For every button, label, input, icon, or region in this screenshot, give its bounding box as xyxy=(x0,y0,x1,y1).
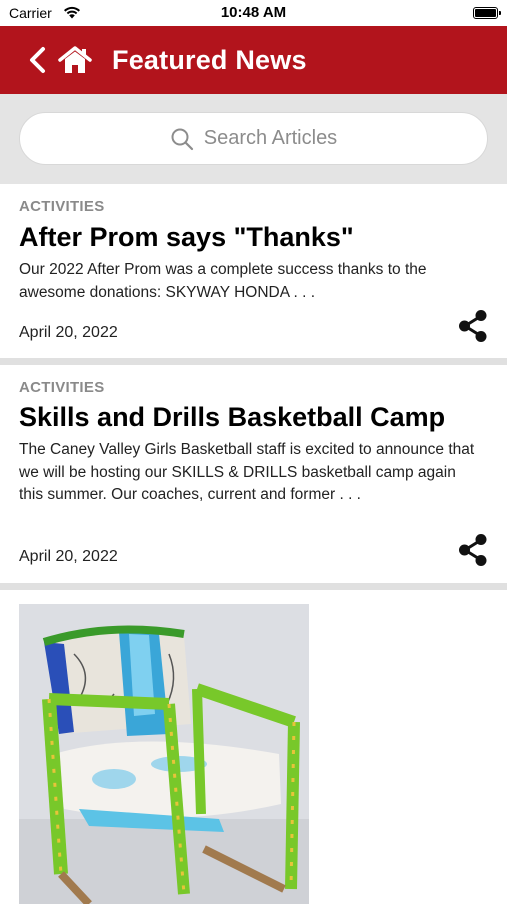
article-card[interactable]: ACTIVITIES After Prom says "Thanks" Our … xyxy=(0,184,507,358)
share-icon xyxy=(459,534,487,566)
article-excerpt: Our 2022 After Prom was a complete succe… xyxy=(19,261,427,301)
home-button[interactable] xyxy=(58,45,92,75)
battery-icon xyxy=(473,7,501,19)
status-bar: Carrier 10:48 AM xyxy=(0,0,507,26)
back-button[interactable] xyxy=(28,45,50,75)
article-category: ACTIVITIES xyxy=(19,379,105,396)
search-placeholder: Search Articles xyxy=(203,127,338,149)
share-button[interactable] xyxy=(457,533,489,567)
article-excerpt: The Caney Valley Girls Basketball staff … xyxy=(19,441,475,503)
article-card[interactable] xyxy=(0,590,507,910)
status-time: 10:48 AM xyxy=(220,4,287,21)
page-title: Featured News xyxy=(112,44,307,75)
article-date: April 20, 2022 xyxy=(19,548,118,565)
search-icon xyxy=(170,127,194,151)
search-section: Search Articles xyxy=(0,94,507,184)
divider xyxy=(0,583,507,590)
article-image[interactable] xyxy=(19,604,309,904)
navigation-bar: Featured News xyxy=(0,26,507,94)
share-icon xyxy=(459,310,487,342)
share-button[interactable] xyxy=(457,309,489,343)
article-category: ACTIVITIES xyxy=(19,198,105,215)
article-title[interactable]: After Prom says "Thanks" xyxy=(19,222,354,253)
home-icon xyxy=(58,46,92,73)
chevron-left-icon xyxy=(30,47,45,73)
divider xyxy=(0,358,507,365)
search-input[interactable]: Search Articles xyxy=(19,112,488,165)
article-card[interactable]: ACTIVITIES Skills and Drills Basketball … xyxy=(0,365,507,583)
article-title[interactable]: Skills and Drills Basketball Camp xyxy=(19,402,445,433)
article-date: April 20, 2022 xyxy=(19,324,118,341)
